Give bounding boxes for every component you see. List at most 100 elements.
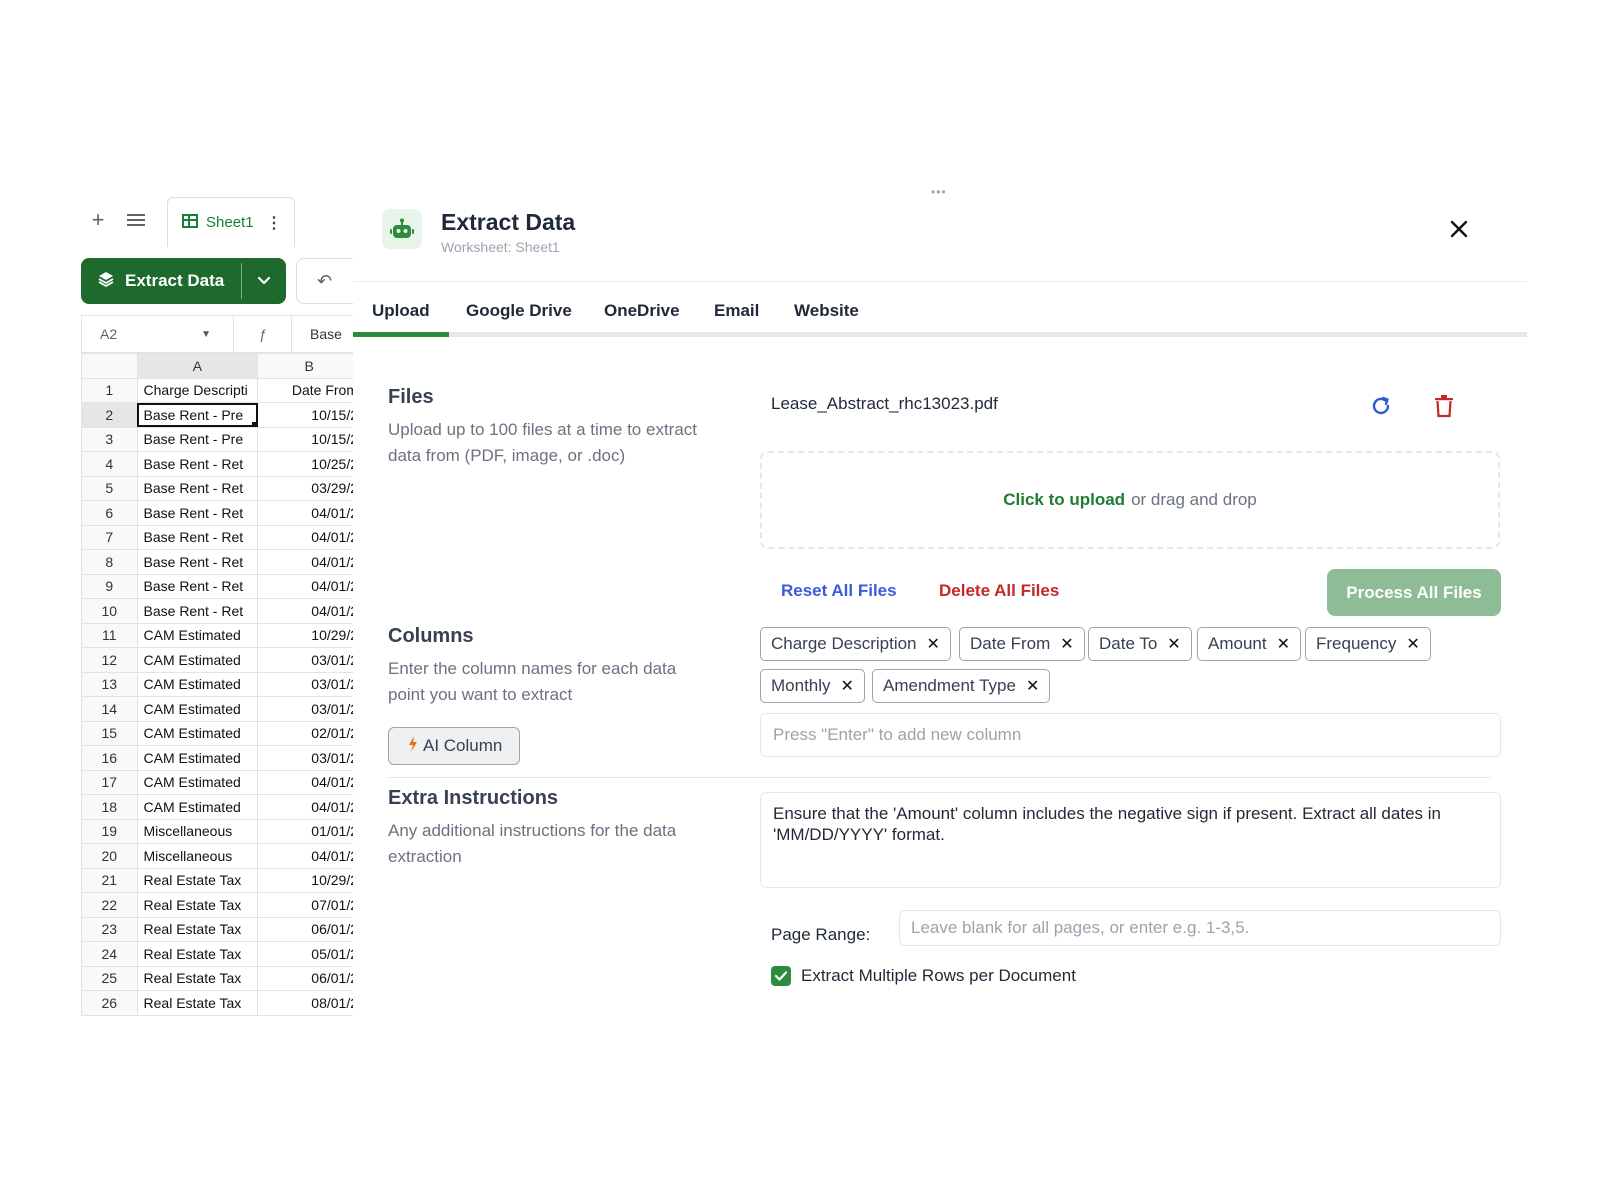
- cell-b[interactable]: 03/01/2: [257, 671, 361, 697]
- plus-icon[interactable]: +: [85, 207, 111, 233]
- close-icon[interactable]: ✕: [1060, 634, 1073, 654]
- cell-b[interactable]: 10/25/2: [257, 451, 361, 477]
- row-header[interactable]: 11: [81, 622, 138, 648]
- cell-a[interactable]: CAM Estimated: [136, 720, 259, 746]
- cell-a[interactable]: Miscellaneous: [136, 843, 259, 869]
- cell-a[interactable]: Base Rent - Ret: [136, 475, 259, 501]
- extra-instructions-textarea[interactable]: [760, 792, 1501, 888]
- cell-a[interactable]: Base Rent - Ret: [136, 451, 259, 477]
- drag-handle-icon[interactable]: •••: [931, 185, 947, 199]
- close-icon[interactable]: ✕: [841, 676, 854, 696]
- cell-b[interactable]: 04/01/2: [257, 769, 361, 795]
- reset-all-files-button[interactable]: Reset All Files: [781, 581, 897, 601]
- undo-button[interactable]: ↶: [296, 258, 361, 304]
- cell-a[interactable]: Real Estate Tax: [136, 965, 259, 991]
- delete-all-files-button[interactable]: Delete All Files: [939, 581, 1059, 601]
- row-header[interactable]: 7: [81, 524, 138, 550]
- row-header[interactable]: 6: [81, 500, 138, 526]
- tab-upload[interactable]: Upload: [372, 301, 430, 321]
- row-header[interactable]: 5: [81, 475, 138, 501]
- cell-a[interactable]: Base Rent - Ret: [136, 524, 259, 550]
- chevron-down-icon[interactable]: [242, 258, 286, 304]
- upload-dropzone[interactable]: Click to upload or drag and drop: [760, 451, 1500, 549]
- cell-a[interactable]: CAM Estimated: [136, 745, 259, 771]
- close-icon[interactable]: ✕: [1026, 676, 1039, 696]
- cell-a[interactable]: Base Rent - Ret: [136, 598, 259, 624]
- page-range-input[interactable]: [899, 910, 1501, 946]
- trash-icon[interactable]: [1431, 393, 1457, 419]
- cell-a[interactable]: Base Rent - Ret: [136, 549, 259, 575]
- row-header[interactable]: 23: [81, 916, 138, 942]
- cell-a[interactable]: Real Estate Tax: [136, 916, 259, 942]
- process-all-files-button[interactable]: Process All Files: [1327, 569, 1501, 616]
- menu-icon[interactable]: [123, 207, 149, 233]
- extract-multiple-rows-checkbox[interactable]: Extract Multiple Rows per Document: [771, 966, 1076, 986]
- cell-b[interactable]: 01/01/2: [257, 818, 361, 844]
- cell-a[interactable]: CAM Estimated: [136, 794, 259, 820]
- column-header-a[interactable]: A: [136, 353, 259, 379]
- cell-a[interactable]: CAM Estimated: [136, 769, 259, 795]
- cell-a[interactable]: Base Rent - Ret: [136, 500, 259, 526]
- cell-b[interactable]: 03/01/2: [257, 647, 361, 673]
- row-header[interactable]: 12: [81, 647, 138, 673]
- refresh-icon[interactable]: [1368, 393, 1394, 419]
- cell-a[interactable]: CAM Estimated: [136, 696, 259, 722]
- cell-a[interactable]: CAM Estimated: [136, 622, 259, 648]
- row-header[interactable]: 1: [81, 377, 138, 403]
- row-header[interactable]: 20: [81, 843, 138, 869]
- column-header-b[interactable]: B: [257, 353, 361, 379]
- name-box[interactable]: A2 ▼: [82, 316, 234, 352]
- cell-a[interactable]: Real Estate Tax: [136, 867, 259, 893]
- row-header[interactable]: 13: [81, 671, 138, 697]
- row-header[interactable]: 25: [81, 965, 138, 991]
- kebab-icon[interactable]: ⋮: [266, 213, 282, 233]
- cell-b[interactable]: 06/01/2: [257, 965, 361, 991]
- cell-a[interactable]: CAM Estimated: [136, 671, 259, 697]
- extract-data-main[interactable]: Extract Data: [81, 258, 241, 304]
- tab-website[interactable]: Website: [794, 301, 859, 321]
- row-header[interactable]: 18: [81, 794, 138, 820]
- cell-a[interactable]: Real Estate Tax: [136, 941, 259, 967]
- cell-b[interactable]: 10/15/2: [257, 426, 361, 452]
- row-header[interactable]: 22: [81, 892, 138, 918]
- row-header[interactable]: 2: [81, 402, 138, 428]
- cell-a[interactable]: CAM Estimated: [136, 647, 259, 673]
- click-to-upload-link[interactable]: Click to upload: [1003, 490, 1125, 510]
- row-header[interactable]: 19: [81, 818, 138, 844]
- close-icon[interactable]: ✕: [1277, 634, 1290, 654]
- check-icon[interactable]: [771, 966, 791, 986]
- close-icon[interactable]: ✕: [1167, 634, 1180, 654]
- cell-b[interactable]: 07/01/2: [257, 892, 361, 918]
- tab-email[interactable]: Email: [714, 301, 759, 321]
- cell-b[interactable]: Date From: [257, 377, 361, 403]
- cell-b[interactable]: 10/29/2: [257, 867, 361, 893]
- tab-google-drive[interactable]: Google Drive: [466, 301, 572, 321]
- cell-b[interactable]: 04/01/2: [257, 843, 361, 869]
- row-header[interactable]: 21: [81, 867, 138, 893]
- row-header[interactable]: 26: [81, 990, 138, 1016]
- corner-cell[interactable]: [81, 353, 138, 379]
- row-header[interactable]: 24: [81, 941, 138, 967]
- cell-a[interactable]: Charge Descripti: [136, 377, 259, 403]
- cell-b[interactable]: 04/01/2: [257, 524, 361, 550]
- row-header[interactable]: 16: [81, 745, 138, 771]
- row-header[interactable]: 4: [81, 451, 138, 477]
- cell-b[interactable]: 10/29/2: [257, 622, 361, 648]
- new-column-input[interactable]: [760, 713, 1501, 757]
- cell-b[interactable]: 08/01/2: [257, 990, 361, 1016]
- row-header[interactable]: 10: [81, 598, 138, 624]
- cell-b[interactable]: 06/01/2: [257, 916, 361, 942]
- row-header[interactable]: 14: [81, 696, 138, 722]
- cell-b[interactable]: 04/01/2: [257, 500, 361, 526]
- cell-a[interactable]: Base Rent - Ret: [136, 573, 259, 599]
- cell-b[interactable]: 04/01/2: [257, 573, 361, 599]
- cell-b[interactable]: 04/01/2: [257, 549, 361, 575]
- formula-value[interactable]: Base: [292, 326, 342, 342]
- tab-sheet1[interactable]: Sheet1 ⋮: [167, 197, 295, 247]
- row-header[interactable]: 3: [81, 426, 138, 452]
- cell-a[interactable]: Real Estate Tax: [136, 892, 259, 918]
- cell-b[interactable]: 03/01/2: [257, 696, 361, 722]
- cell-a[interactable]: Real Estate Tax: [136, 990, 259, 1016]
- close-icon[interactable]: ✕: [927, 634, 940, 654]
- cell-b[interactable]: 02/01/2: [257, 720, 361, 746]
